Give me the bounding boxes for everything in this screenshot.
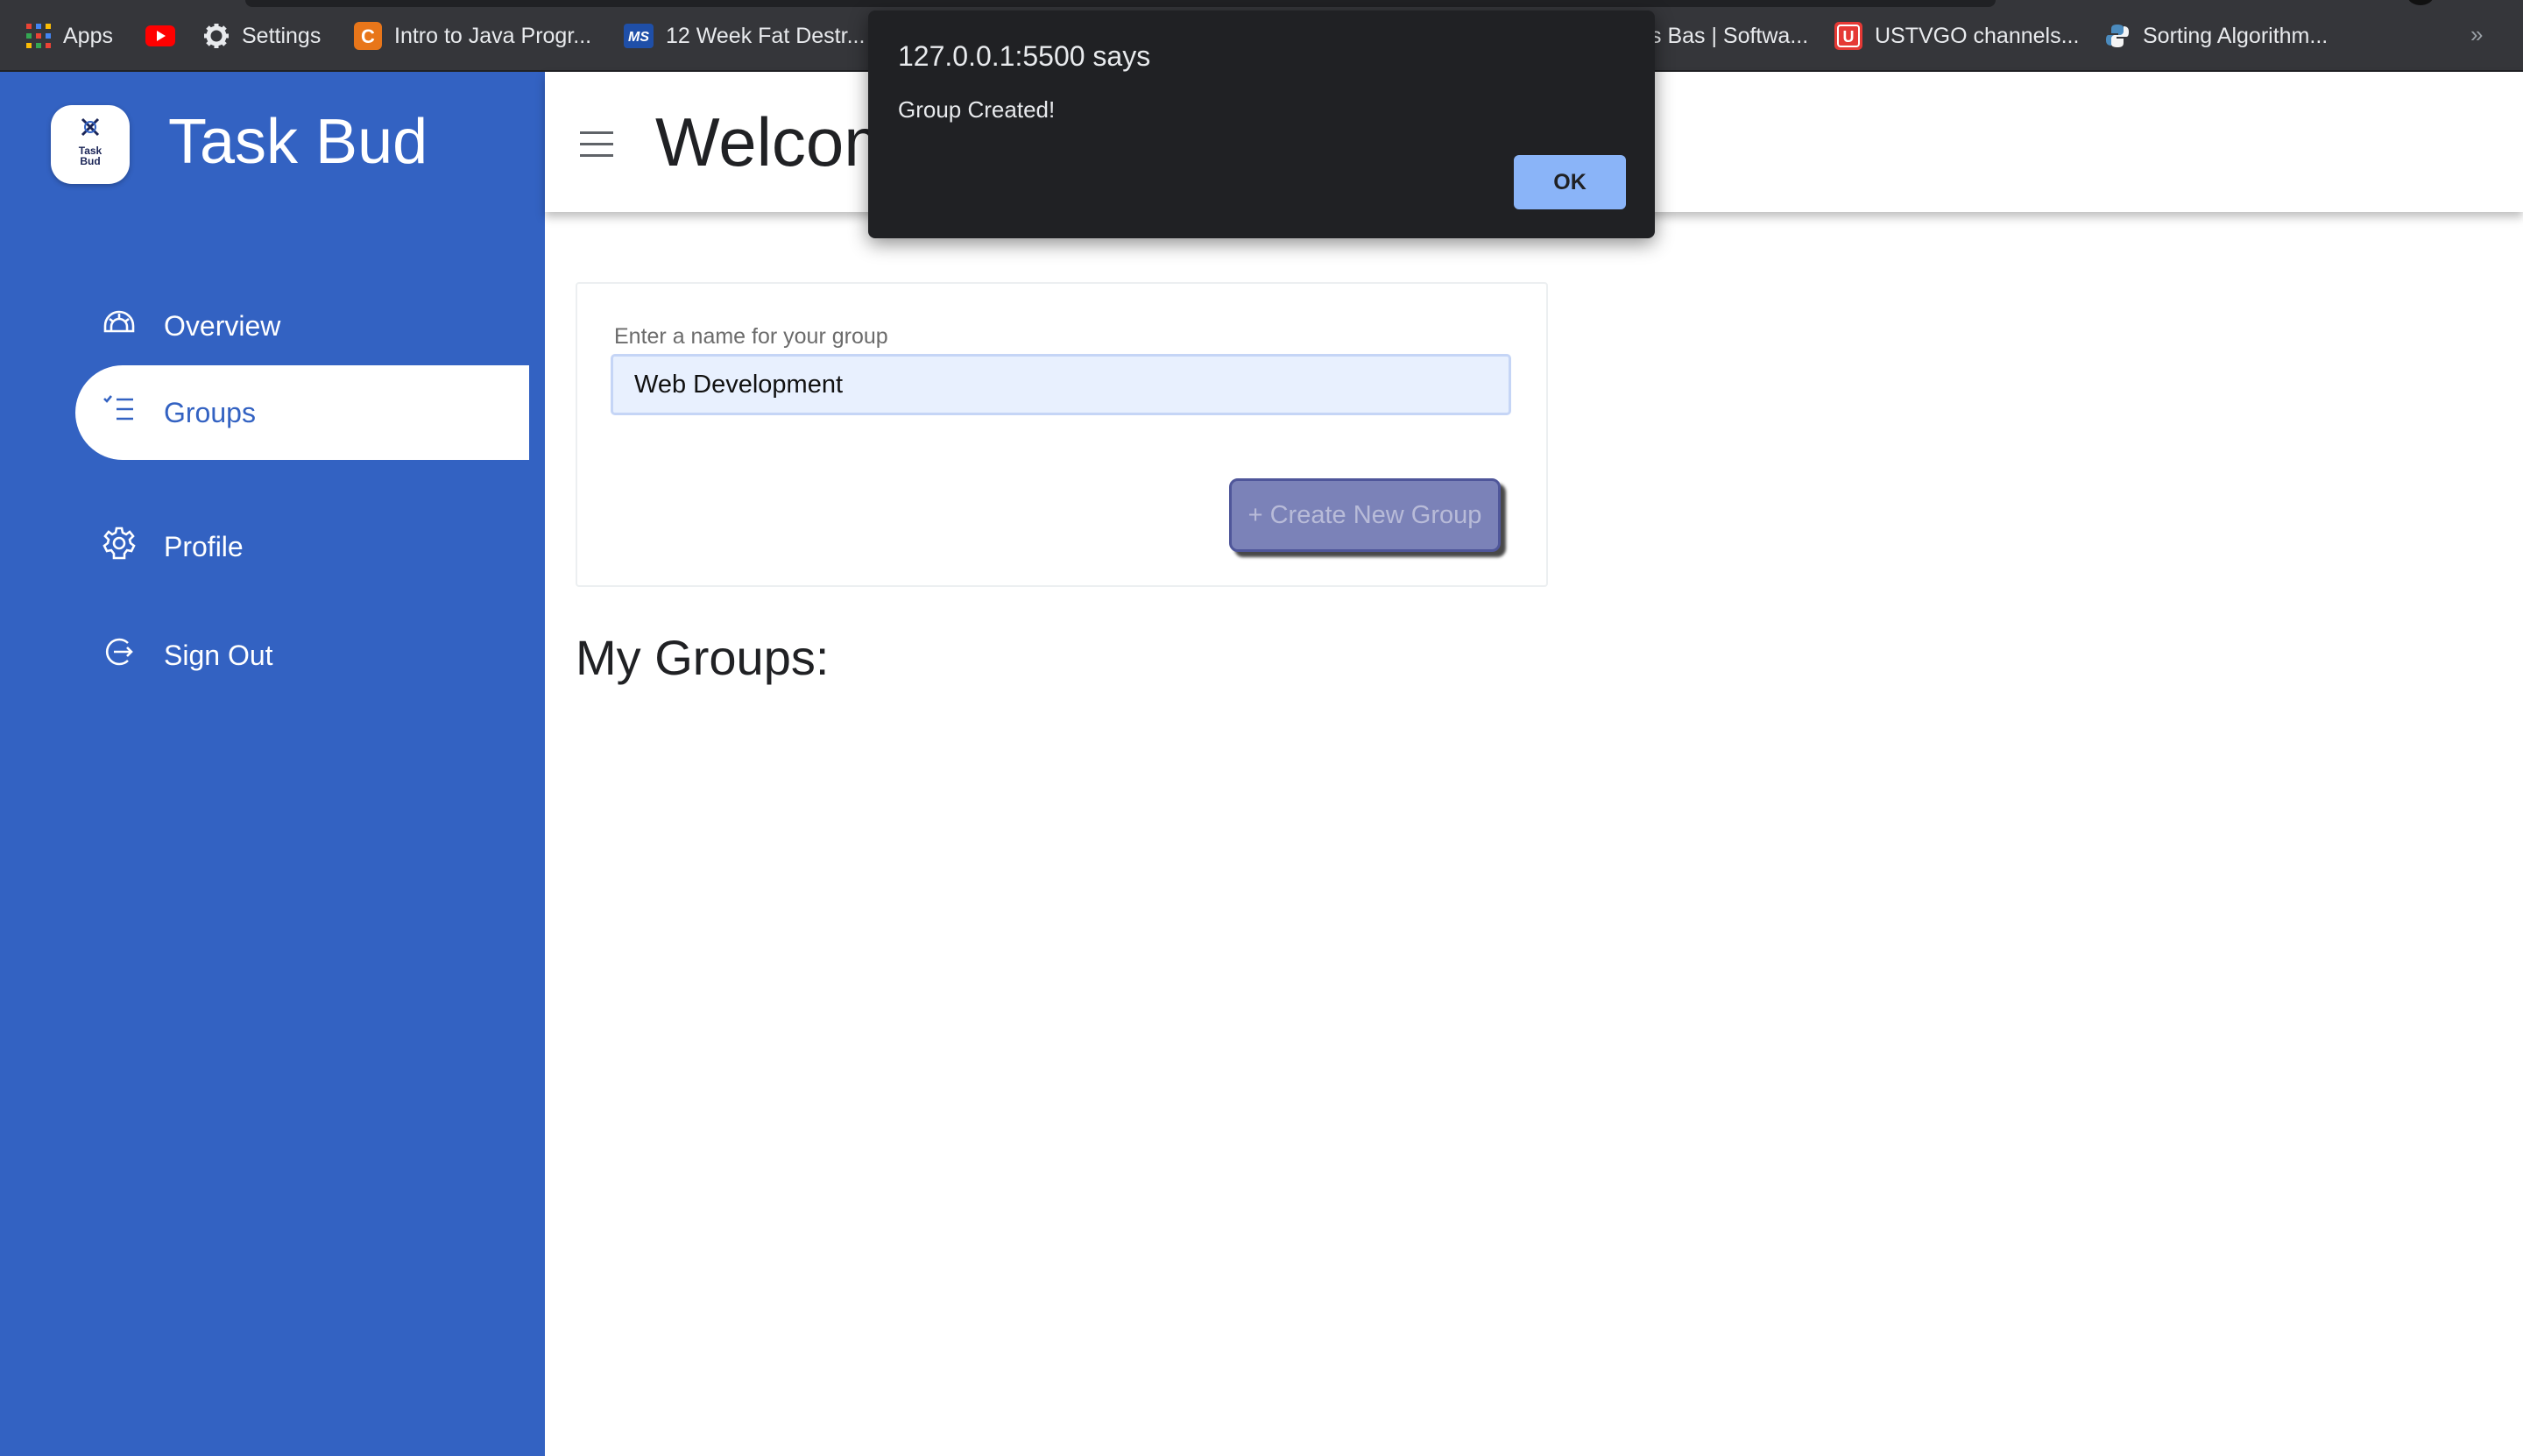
gear-icon (203, 23, 230, 49)
bookmark-fat-destroyer[interactable]: MS 12 Week Fat Destr... (624, 0, 865, 72)
bookmark-label: USTVGO channels... (1875, 23, 2080, 48)
sidebar: Task Bud Task Bud Overview Groups Profil… (0, 72, 545, 1456)
profile-avatar[interactable] (2407, 0, 2434, 5)
hamburger-menu-icon[interactable] (580, 131, 613, 158)
ms-brand-icon: MS (624, 24, 654, 48)
alert-message: Group Created! (898, 96, 1056, 123)
alert-dialog: 127.0.0.1:5500 says Group Created! OK (868, 11, 1655, 238)
dashboard-gauge-icon (102, 305, 137, 340)
checklist-icon (102, 392, 137, 427)
create-new-group-button[interactable]: + Create New Group (1229, 478, 1501, 552)
youtube-icon (145, 25, 175, 46)
bookmark-label: Sorting Algorithm... (2143, 23, 2329, 48)
group-name-input[interactable] (611, 354, 1511, 415)
sidebar-item-groups[interactable]: Groups (75, 365, 529, 460)
svg-text:C: C (361, 25, 375, 47)
svg-text:MS: MS (628, 30, 649, 45)
bookmark-label: 12 Week Fat Destr... (666, 23, 866, 48)
group-name-label: Enter a name for your group (614, 324, 888, 349)
alert-ok-button[interactable]: OK (1514, 155, 1626, 209)
gear-icon (102, 526, 137, 561)
bookmark-sorting-algorithms[interactable]: Sorting Algorithm... (2104, 0, 2328, 72)
bookmark-youtube[interactable] (145, 0, 187, 72)
bookmarks-overflow-chevron-icon[interactable]: » (2470, 21, 2483, 48)
bookmark-label: s Bas | Softwa... (1650, 23, 1809, 48)
app-title: Task Bud (168, 107, 428, 177)
sidebar-item-label: Profile (164, 530, 244, 562)
bookmark-ustvgo[interactable]: U USTVGO channels... (1834, 0, 2079, 72)
apps-grid-icon (26, 24, 51, 48)
logo-glyph-icon (79, 116, 102, 143)
u-brand-icon: U (1834, 22, 1862, 50)
sidebar-item-label: Overview (164, 309, 281, 342)
sidebar-item-sign-out[interactable]: Sign Out (75, 608, 529, 703)
bookmark-apps[interactable]: Apps (26, 0, 113, 72)
page-title: Welcom (655, 103, 901, 180)
bookmark-settings[interactable]: Settings (203, 0, 321, 72)
sidebar-item-label: Sign Out (164, 639, 273, 671)
bookmark-label: Settings (242, 23, 322, 48)
app-logo[interactable]: Task Bud (51, 105, 130, 184)
sidebar-item-overview[interactable]: Overview (75, 279, 529, 373)
create-group-card: Enter a name for your group + Create New… (576, 282, 1548, 587)
my-groups-heading: My Groups: (576, 630, 830, 685)
logo-text: Task Bud (51, 145, 130, 166)
python-icon (2104, 23, 2131, 49)
c-brand-icon: C (354, 22, 382, 50)
bookmark-softwa[interactable]: s Bas | Softwa... (1650, 0, 1808, 72)
sidebar-item-label: Groups (164, 396, 256, 428)
alert-title: 127.0.0.1:5500 says (898, 40, 1151, 72)
bookmark-intro-java[interactable]: C Intro to Java Progr... (354, 0, 591, 72)
bookmark-label: Intro to Java Progr... (394, 23, 592, 48)
sidebar-item-profile[interactable]: Profile (75, 499, 529, 594)
logo-text-line-2: Bud (80, 155, 101, 167)
sign-out-icon (102, 634, 137, 669)
bookmark-label: Apps (63, 23, 113, 48)
svg-text:U: U (1843, 28, 1855, 46)
